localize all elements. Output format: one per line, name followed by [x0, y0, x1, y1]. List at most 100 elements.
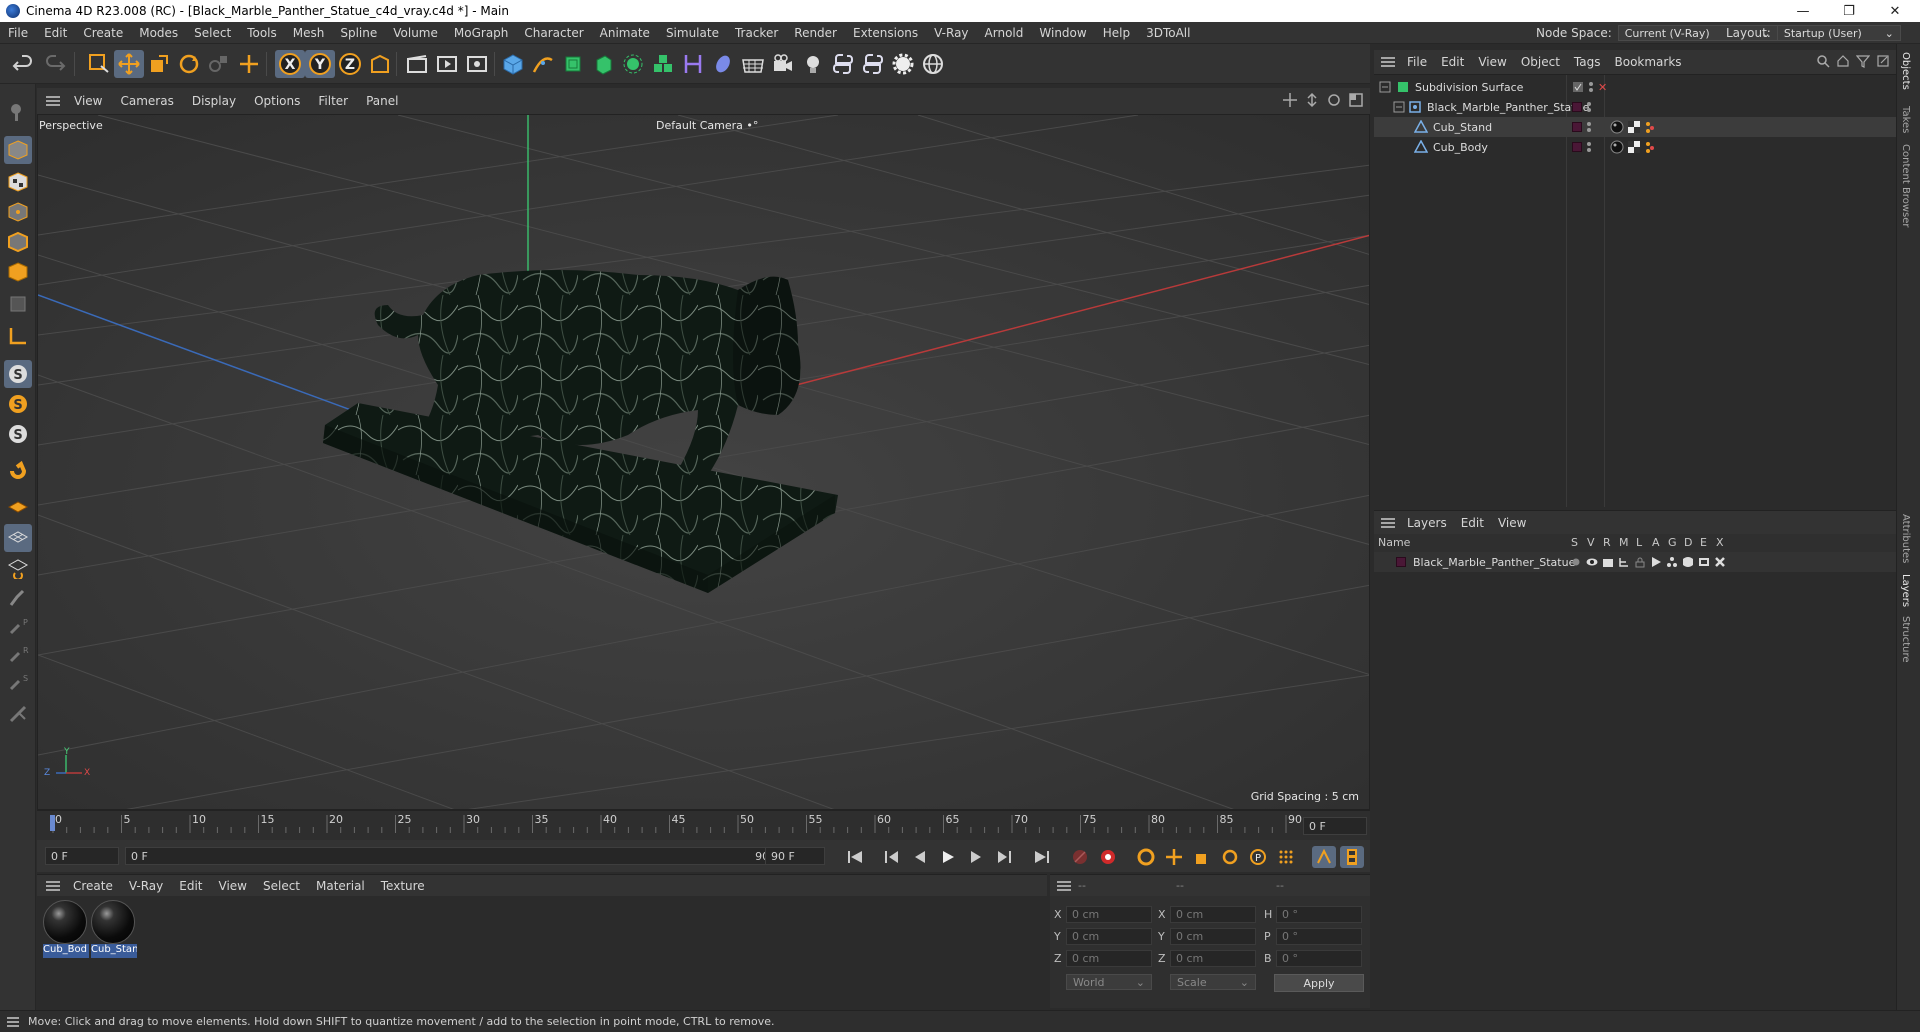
- render-clapper-icon[interactable]: [1602, 556, 1614, 568]
- coordinate-space-dropdown[interactable]: World ⌄: [1066, 974, 1152, 990]
- object-row-panther-statue[interactable]: Black_Marble_Panther_Statue: [1374, 97, 1896, 117]
- layer-row[interactable]: Black_Marble_Panther_Statue: [1374, 552, 1896, 572]
- menu-simulate[interactable]: Simulate: [658, 26, 727, 40]
- field-button[interactable]: [708, 50, 738, 78]
- filter-icon[interactable]: [1856, 54, 1870, 68]
- material-menu-vray[interactable]: V-Ray: [121, 879, 171, 893]
- model-mode-button[interactable]: [4, 136, 32, 164]
- y-axis-lock-button[interactable]: Y: [305, 50, 335, 78]
- uv-tag-icon[interactable]: [1627, 140, 1641, 154]
- object-row-cub-body[interactable]: Cub_Body: [1374, 137, 1896, 157]
- key-pla-button[interactable]: [1274, 846, 1298, 868]
- mograph-cubes-button[interactable]: [648, 50, 678, 78]
- menu-mograph[interactable]: MoGraph: [446, 26, 517, 40]
- menu-create[interactable]: Create: [75, 26, 131, 40]
- floor-button[interactable]: [738, 50, 768, 78]
- viewport-menu-panel[interactable]: Panel: [357, 94, 407, 108]
- rot-p-field[interactable]: 0 °: [1276, 928, 1362, 945]
- render-picture-viewer-button[interactable]: [432, 50, 462, 78]
- menu-extensions[interactable]: Extensions: [845, 26, 926, 40]
- visibility-dots-icon[interactable]: [1586, 141, 1592, 153]
- objects-menu-edit[interactable]: Edit: [1434, 55, 1471, 69]
- tab-content-browser[interactable]: Content Browser: [1900, 144, 1911, 227]
- viewport-maximize-icon[interactable]: [1348, 92, 1364, 108]
- current-frame-field[interactable]: 0 F: [1303, 817, 1367, 835]
- goto-start-button[interactable]: [843, 846, 867, 868]
- sculpt-s-button[interactable]: S: [4, 668, 32, 696]
- camera-button[interactable]: [768, 50, 798, 78]
- render-settings-button[interactable]: [462, 50, 492, 78]
- objects-menu-file[interactable]: File: [1400, 55, 1434, 69]
- tab-attributes[interactable]: Attributes: [1900, 514, 1911, 563]
- objects-menu-object[interactable]: Object: [1514, 55, 1567, 69]
- pos-y-field[interactable]: 0 cm: [1066, 928, 1152, 945]
- hamburger-icon[interactable]: [1380, 517, 1396, 529]
- key-scale-button[interactable]: [1190, 846, 1214, 868]
- redo-button[interactable]: [40, 50, 70, 78]
- size-x-field[interactable]: 0 cm: [1170, 906, 1256, 923]
- material-swatch[interactable]: Cub_Bod: [43, 900, 89, 960]
- paint-tool-button[interactable]: [4, 584, 32, 612]
- search-icon[interactable]: [1816, 54, 1830, 68]
- menu-select[interactable]: Select: [186, 26, 239, 40]
- point-mode-button[interactable]: [4, 198, 32, 226]
- objects-menu-bookmarks[interactable]: Bookmarks: [1608, 55, 1689, 69]
- python-script-button[interactable]: [828, 50, 858, 78]
- x-axis-lock-button[interactable]: X: [275, 50, 305, 78]
- light-button[interactable]: [798, 50, 828, 78]
- key-rotation-button[interactable]: [1218, 846, 1242, 868]
- visibility-dots-icon[interactable]: [1588, 81, 1594, 93]
- scale-tool-button[interactable]: [144, 50, 174, 78]
- menu-tools[interactable]: Tools: [239, 26, 285, 40]
- sculpt-p-button[interactable]: P: [4, 612, 32, 640]
- snap-toggle-button[interactable]: S: [4, 360, 32, 388]
- objects-menu-view[interactable]: View: [1471, 55, 1513, 69]
- key-position-button[interactable]: [1162, 846, 1186, 868]
- material-menu-view[interactable]: View: [211, 879, 255, 893]
- cube-object-button[interactable]: [498, 50, 528, 78]
- viewport-zoom-icon[interactable]: [1304, 92, 1320, 108]
- material-menu-texture[interactable]: Texture: [373, 879, 433, 893]
- axis-mode-button[interactable]: [4, 322, 32, 350]
- camera-label[interactable]: Default Camera •°: [656, 119, 758, 132]
- python-console-button[interactable]: [858, 50, 888, 78]
- menu-file[interactable]: File: [0, 26, 36, 40]
- settings-button[interactable]: [888, 50, 918, 78]
- viewport-menu-view[interactable]: View: [65, 94, 111, 108]
- menu-vray[interactable]: V-Ray: [926, 26, 976, 40]
- object-row-subdivision-surface[interactable]: Subdivision Surface ✕: [1374, 77, 1896, 97]
- render-view-button[interactable]: [402, 50, 432, 78]
- layers-menu-edit[interactable]: Edit: [1454, 516, 1491, 530]
- animation-play-icon[interactable]: [1650, 556, 1662, 568]
- play-button[interactable]: [936, 846, 960, 868]
- menu-edit[interactable]: Edit: [36, 26, 75, 40]
- grid-plane-button[interactable]: [4, 524, 32, 552]
- expressions-icon[interactable]: [1698, 556, 1710, 568]
- keyframe-selection-button[interactable]: [1134, 846, 1158, 868]
- maximize-button[interactable]: ❐: [1826, 0, 1872, 22]
- tab-structure[interactable]: Structure: [1900, 616, 1911, 663]
- xref-icon[interactable]: [1714, 556, 1726, 568]
- end-frame-field[interactable]: 90 F: [765, 847, 825, 865]
- uv-mode-button[interactable]: [4, 290, 32, 318]
- menu-arnold[interactable]: Arnold: [977, 26, 1032, 40]
- pos-x-field[interactable]: 0 cm: [1066, 906, 1152, 923]
- coordinate-mode-dropdown[interactable]: Scale ⌄: [1170, 974, 1256, 990]
- extrude-button[interactable]: [588, 50, 618, 78]
- home-icon[interactable]: [1836, 54, 1850, 68]
- hamburger-icon[interactable]: [1056, 880, 1072, 892]
- visibility-dots-icon[interactable]: [1586, 121, 1592, 133]
- viewport-pan-icon[interactable]: [1282, 92, 1298, 108]
- layer-color-swatch[interactable]: [1572, 102, 1582, 112]
- prev-frame-button[interactable]: [908, 846, 932, 868]
- menu-mesh[interactable]: Mesh: [285, 26, 333, 40]
- viewport-menu-cameras[interactable]: Cameras: [111, 94, 182, 108]
- apply-button[interactable]: Apply: [1274, 974, 1364, 992]
- workplane-button[interactable]: [4, 494, 32, 522]
- menu-help[interactable]: Help: [1095, 26, 1138, 40]
- object-row-cub-stand[interactable]: Cub_Stand: [1374, 117, 1896, 137]
- pos-z-field[interactable]: 0 cm: [1066, 950, 1152, 967]
- material-swatch[interactable]: Cub_Stan: [91, 900, 137, 960]
- next-frame-button[interactable]: [964, 846, 988, 868]
- minimize-button[interactable]: —: [1780, 0, 1826, 22]
